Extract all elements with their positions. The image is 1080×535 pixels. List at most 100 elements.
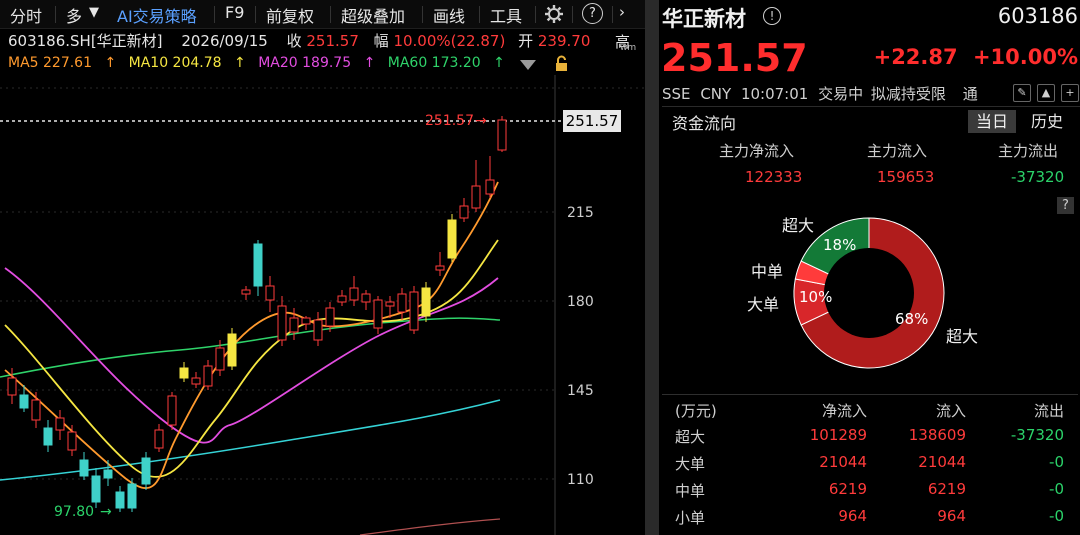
net-inflow-cell: 101289 <box>809 426 867 444</box>
inflow-cell: 6219 <box>927 480 966 498</box>
pie-label-super-large: 超大 <box>946 327 979 346</box>
collapse-triangle-icon[interactable] <box>520 60 536 70</box>
candle <box>385 301 395 307</box>
candle <box>43 427 53 446</box>
candle <box>497 119 507 151</box>
row-label: 小单 <box>675 509 706 527</box>
bell-icon[interactable]: ▲ <box>1037 84 1055 102</box>
candle <box>191 377 201 385</box>
last-price-tag: 251.57 <box>563 110 621 132</box>
outflow-cell: -0 <box>1049 507 1064 525</box>
tab-timeshare[interactable]: 分时 <box>10 3 42 27</box>
inflow-header: 流入 <box>935 402 966 420</box>
tab-history[interactable]: 历史 <box>1022 110 1072 133</box>
edit-icon[interactable]: ✎ <box>1013 84 1031 102</box>
net-inflow-cell: 21044 <box>819 453 867 471</box>
outflow-cell: -0 <box>1049 453 1064 471</box>
change-value: 10.00%(22.87) <box>393 32 506 50</box>
candle <box>203 365 213 387</box>
candle <box>435 265 445 271</box>
chevron-down-icon[interactable]: ▼ <box>89 5 99 20</box>
stock-name: 华正新材 <box>662 3 746 33</box>
date-label: 2026/09/15 <box>181 32 268 50</box>
main-inflow-header: 主力流入 <box>867 142 928 160</box>
gear-icon[interactable] <box>544 4 564 24</box>
lock-icon[interactable] <box>553 55 571 73</box>
toolbar-divider <box>55 6 56 23</box>
y-tick-label: 180 <box>567 294 594 310</box>
candle <box>241 289 251 295</box>
candle <box>337 295 347 303</box>
notice-tail: 通 <box>962 85 978 103</box>
change-percent: +10.00% <box>972 45 1078 69</box>
add-icon[interactable]: + <box>1061 84 1079 102</box>
toolbar-divider <box>255 6 256 23</box>
row-label: 大单 <box>675 455 706 473</box>
ma20-label: MA20 189.75 <box>258 55 352 71</box>
pie-label-medium: 中单 <box>751 262 784 281</box>
candle <box>397 293 407 313</box>
close-value: 251.57 <box>306 32 359 50</box>
current-price: 251.57 <box>661 36 808 80</box>
candle <box>67 431 77 451</box>
main-outflow-value: -37320 <box>1011 168 1065 186</box>
quote-meta: SSE CNY 10:07:01 交易中 拟减持受限 通 <box>662 83 978 104</box>
adjust-button[interactable]: 前复权 <box>266 3 314 27</box>
ma20-arrow-icon: ↑ <box>363 55 376 71</box>
main-net-inflow-value: 122333 <box>745 168 803 186</box>
ma5-label: MA5 227.61 <box>8 55 92 71</box>
pie-label-large: 大单 <box>747 295 780 314</box>
unit-header: (万元) <box>675 402 717 420</box>
f9-button[interactable]: F9 <box>225 3 244 22</box>
inflow-cell: 21044 <box>918 453 966 471</box>
candle <box>167 395 177 426</box>
ai-strategy-button[interactable]: AI交易策略 <box>117 3 197 27</box>
panel-divider[interactable] <box>645 0 659 535</box>
candle <box>459 205 469 219</box>
outflow-cell: -0 <box>1049 480 1064 498</box>
candle <box>253 243 263 287</box>
help-icon[interactable]: ? <box>582 3 603 24</box>
main-net-inflow-header: 主力净流入 <box>719 142 795 160</box>
exchange-label: SSE <box>662 85 691 103</box>
candle <box>154 429 164 449</box>
change-amount: +22.87 <box>873 45 958 69</box>
chevron-right-icon[interactable]: › <box>619 3 625 21</box>
draw-line-button[interactable]: 画线 <box>433 3 465 27</box>
close-label: 收 <box>286 32 302 50</box>
open-value: 239.70 <box>537 32 591 50</box>
divider <box>662 394 1078 395</box>
inflow-cell: 138609 <box>908 426 966 444</box>
candle <box>485 179 495 195</box>
net-inflow-cell: 6219 <box>828 480 867 498</box>
info-icon[interactable]: ! <box>763 7 781 25</box>
period-multi-dropdown[interactable]: 多 <box>66 3 82 27</box>
watermark-tag: wm <box>620 43 637 53</box>
arrow-right-icon: → <box>475 113 487 129</box>
kline-info-bar: 603186.SH[华正新材] 2026/09/15 收 251.57 幅 10… <box>8 30 590 51</box>
chart-toolbar: 分时 多 ▼ AI交易策略 F9 前复权 超级叠加 画线 工具 ? › <box>0 0 645 29</box>
fund-flow-title: 资金流向 <box>672 114 737 133</box>
tools-button[interactable]: 工具 <box>490 3 522 27</box>
tab-today[interactable]: 当日 <box>968 110 1016 133</box>
help-icon[interactable]: ? <box>1057 197 1074 214</box>
candle <box>289 317 299 333</box>
last-price-annotation: 251.57 <box>425 113 474 129</box>
candle <box>215 347 225 371</box>
y-tick-label: 215 <box>567 205 594 221</box>
toolbar-divider <box>330 6 331 23</box>
toolbar-divider <box>612 6 613 23</box>
pie-label-super-large: 超大 <box>782 216 815 235</box>
row-label: 超大 <box>675 428 706 446</box>
candle <box>313 319 323 341</box>
inflow-cell: 964 <box>937 507 966 525</box>
kline-chart[interactable]: 251.57 → 97.80 → 215 180 145 110 <box>0 75 645 535</box>
candle <box>55 417 65 431</box>
candle <box>349 287 359 301</box>
change-label: 幅 <box>373 32 389 50</box>
net-inflow-header: 净流入 <box>821 402 867 420</box>
overlay-button[interactable]: 超级叠加 <box>341 3 405 27</box>
currency-label: CNY <box>700 85 732 103</box>
ma10-arrow-icon: ↑ <box>234 55 246 71</box>
table-row: 小单 964 964 -0 <box>659 507 1080 533</box>
